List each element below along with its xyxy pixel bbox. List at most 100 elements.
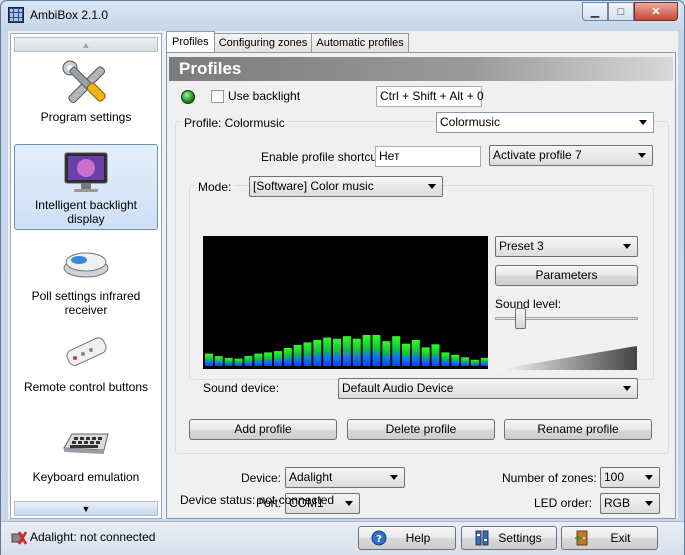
sound-device-value: Default Audio Device (342, 381, 454, 395)
client-area: ▲ Program settings Intelligent backlight… (8, 31, 678, 519)
section-header: Profiles (169, 57, 673, 81)
sound-level-label: Sound level: (495, 297, 562, 311)
chevron-down-icon (345, 501, 353, 506)
backlight-status-led (181, 90, 195, 104)
sidebar-item-label: Remote control buttons (23, 380, 149, 394)
use-backlight-label: Use backlight (228, 89, 301, 103)
maximize-icon: □ (617, 5, 625, 18)
tab-profiles[interactable]: Profiles (166, 31, 215, 52)
mode-label: Mode: (195, 180, 235, 194)
window-title: AmbiBox 2.1.0 (30, 8, 109, 22)
spectrum-bar (333, 338, 341, 366)
spectrum-bar (234, 358, 243, 366)
spectrum-bar (264, 352, 273, 366)
help-label: Help (405, 531, 431, 545)
use-backlight-checkbox[interactable] (211, 90, 224, 103)
spectrum-bar (214, 356, 223, 366)
close-button[interactable]: ✕ (634, 2, 678, 21)
zones-select[interactable]: 100 (600, 467, 660, 488)
sidebar: ▲ Program settings Intelligent backlight… (10, 33, 162, 519)
spectrum-bar (382, 341, 391, 366)
spectrum-bar (313, 340, 322, 366)
profile-select-value: Colormusic (440, 115, 501, 129)
profiles-panel: Profiles Use backlight Ctrl + Shift + Al… (166, 52, 676, 519)
mode-select-value: [Software] Color music (253, 179, 374, 193)
backlight-shortcut-field[interactable]: Ctrl + Shift + Alt + 0 (376, 86, 484, 107)
spectrum-bar (283, 348, 292, 366)
add-profile-button[interactable]: Add profile (189, 419, 337, 440)
tab-configuring-zones[interactable]: Configuring zones (213, 33, 313, 52)
chevron-down-icon (638, 153, 646, 158)
chevron-down-icon (428, 184, 436, 189)
zones-select-value: 100 (604, 470, 625, 484)
sidebar-item-label: Poll settings infrared receiver (31, 289, 141, 317)
device-select-value: Adalight (289, 470, 333, 484)
spectrum-bar (352, 338, 361, 366)
status-bar: Adalight: not connected ? Help Settings … (1, 521, 684, 555)
minimize-icon: ▁ (590, 6, 600, 18)
title-bar[interactable]: AmbiBox 2.1.0 ▁ □ ✕ (1, 1, 684, 29)
arrow-up-icon: ▲ (81, 39, 91, 50)
spectrum-bar (342, 336, 351, 366)
spectrum-bar (441, 352, 450, 366)
sidebar-scroll-down-button[interactable]: ▼ (14, 501, 158, 516)
profile-select[interactable]: Colormusic (436, 112, 654, 133)
settings-button[interactable]: Settings (461, 526, 557, 550)
rename-profile-button[interactable]: Rename profile (504, 419, 652, 440)
chevron-down-icon (645, 475, 653, 480)
sidebar-item-label: Program settings (40, 110, 132, 124)
spectrum-bar (244, 356, 253, 366)
app-icon (8, 7, 24, 23)
led-order-select[interactable]: RGB (600, 493, 660, 514)
delete-profile-button[interactable]: Delete profile (347, 419, 495, 440)
sound-level-ramp (494, 346, 637, 370)
spectrum-bar (411, 340, 420, 366)
spectrum-bar (402, 343, 410, 366)
disconnected-icon (11, 531, 27, 545)
sound-device-label: Sound device: (203, 381, 280, 395)
sidebar-scroll-up-button[interactable]: ▲ (14, 37, 158, 52)
chevron-down-icon (645, 501, 653, 506)
close-icon: ✕ (651, 6, 661, 18)
spectrum-bar (392, 336, 401, 366)
exit-button[interactable]: Exit (561, 526, 658, 550)
spectrum-bar (323, 337, 332, 366)
spectrum-bar (461, 357, 470, 366)
color-music-visualizer (203, 236, 488, 369)
sidebar-item-label: Keyboard emulation (32, 470, 140, 484)
enable-shortcut-label: Enable profile shortcut: (261, 150, 384, 164)
sidebar-item-intelligent-backlight[interactable]: Intelligent backlight display (14, 144, 158, 230)
sidebar-item-remote-buttons[interactable]: Remote control buttons (14, 324, 158, 410)
minimize-button[interactable]: ▁ (582, 2, 608, 21)
tab-automatic-profiles[interactable]: Automatic profiles (311, 33, 409, 52)
chevron-down-icon (623, 244, 631, 249)
help-button[interactable]: ? Help (358, 526, 456, 550)
chevron-down-icon (623, 386, 631, 391)
sidebar-item-keyboard-emulation[interactable]: Keyboard emulation (14, 414, 158, 500)
sidebar-item-program-settings[interactable]: Program settings (14, 54, 158, 140)
parameters-button[interactable]: Parameters (495, 265, 638, 286)
preset-select[interactable]: Preset 3 (495, 236, 638, 257)
enable-shortcut-field[interactable]: Нет (375, 146, 481, 167)
device-label: Device: (241, 471, 282, 485)
exit-label: Exit (610, 531, 631, 545)
monitor-icon (64, 152, 108, 192)
spectrum-bar (480, 357, 488, 366)
maximize-button[interactable]: □ (608, 2, 634, 21)
mode-select[interactable]: [Software] Color music (249, 176, 443, 197)
keyboard-icon (63, 433, 109, 454)
sound-device-select[interactable]: Default Audio Device (338, 378, 638, 399)
app-window: AmbiBox 2.1.0 ▁ □ ✕ ▲ Program settings I… (0, 0, 685, 555)
spectrum-bar (303, 342, 312, 366)
spectrum-bar (224, 357, 233, 366)
device-select[interactable]: Adalight (285, 467, 405, 488)
sidebar-item-label: Intelligent backlight display (34, 198, 138, 226)
spectrum-bar (293, 344, 302, 366)
activate-profile-select[interactable]: Activate profile 7 (489, 145, 653, 166)
spectrum-bar (421, 347, 430, 366)
connection-status: Adalight: not connected (30, 530, 156, 544)
activate-profile-value: Activate profile 7 (493, 148, 582, 162)
chevron-down-icon (390, 475, 398, 480)
sound-level-slider[interactable] (514, 308, 526, 329)
sidebar-item-poll-ir[interactable]: Poll settings infrared receiver (14, 234, 158, 320)
